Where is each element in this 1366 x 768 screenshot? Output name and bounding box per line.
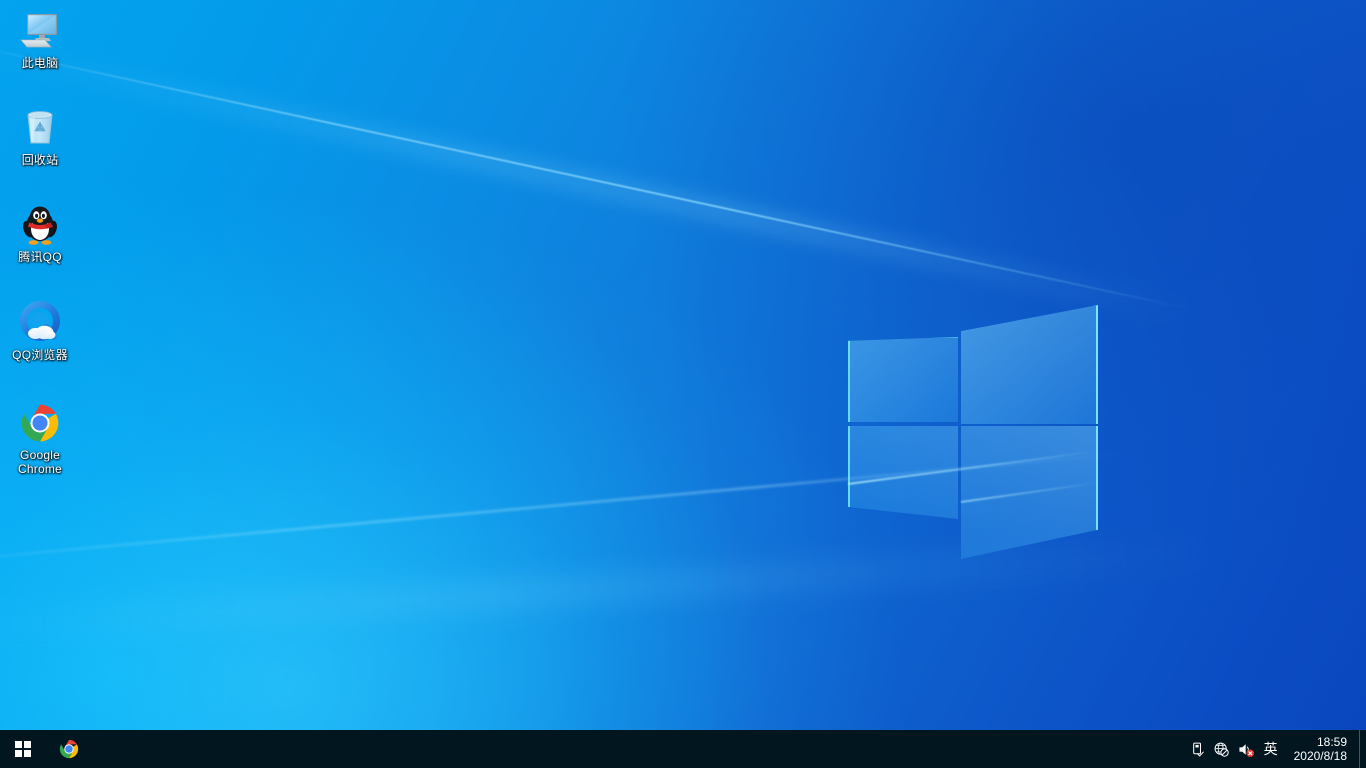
desktop-icon-google-chrome[interactable]: Google Chrome xyxy=(2,400,78,476)
tray-ime-indicator[interactable]: 英 xyxy=(1258,730,1284,768)
windows-logo-pane-bottom-right xyxy=(961,426,1098,559)
windows-logo-pane-top-right xyxy=(961,305,1098,424)
clock-date: 2020/8/18 xyxy=(1293,749,1347,763)
start-icon-pane xyxy=(24,741,31,748)
desktop-icon-this-pc[interactable]: 此电脑 xyxy=(2,8,78,71)
usb-eject-icon xyxy=(1193,742,1204,756)
desktop-icon-label: 回收站 xyxy=(21,153,59,167)
recycle-bin-icon xyxy=(17,105,63,151)
desktop-icon-tencent-qq[interactable]: 腾讯QQ xyxy=(2,202,78,265)
windows-logo-streak xyxy=(847,450,1098,485)
desktop-icon-qq-browser[interactable]: QQ浏览器 xyxy=(2,300,78,363)
desktop-icon-recycle-bin[interactable]: 回收站 xyxy=(2,105,78,168)
windows-start-icon xyxy=(15,741,31,757)
taskbar-left-section xyxy=(0,730,92,768)
taskbar: 英 18:59 2020/8/18 xyxy=(0,730,1366,768)
windows-logo-watermark xyxy=(845,295,1101,560)
desktop-icon-label: 腾讯QQ xyxy=(18,250,62,264)
desktop-icon-label: 此电脑 xyxy=(21,56,59,70)
desktop-icon-label: Google Chrome xyxy=(18,448,62,476)
start-icon-pane xyxy=(15,741,22,748)
taskbar-empty-area[interactable] xyxy=(92,730,1186,768)
wallpaper-shade-top-right xyxy=(626,0,1366,580)
wallpaper-light-beam-lower xyxy=(0,452,1125,568)
chrome-icon xyxy=(17,400,63,446)
network-globe-blocked-icon xyxy=(1214,742,1229,757)
wallpaper-light-beam-soft xyxy=(0,34,1195,326)
chrome-icon xyxy=(59,739,79,759)
wallpaper-light-beam-lower-soft xyxy=(0,534,1219,646)
tray-usb-eject-button[interactable] xyxy=(1186,730,1210,768)
tray-volume-button[interactable] xyxy=(1234,730,1258,768)
start-icon-pane xyxy=(24,750,31,757)
computer-monitor-icon xyxy=(17,8,63,54)
windows-logo-pane-bottom-left xyxy=(848,426,958,519)
clock-time: 18:59 xyxy=(1316,735,1347,749)
windows-logo-streak-secondary xyxy=(960,481,1100,503)
speaker-muted-icon xyxy=(1239,743,1254,757)
qq-penguin-icon xyxy=(17,202,63,248)
qq-browser-icon xyxy=(17,300,63,346)
ime-label: 英 xyxy=(1263,742,1278,758)
tray-network-button[interactable] xyxy=(1210,730,1234,768)
start-icon-pane xyxy=(15,750,22,757)
taskbar-item-chrome[interactable] xyxy=(46,730,92,768)
wallpaper-light-beam-upper xyxy=(0,42,1192,311)
windows-logo-pane-top-left xyxy=(848,337,958,422)
show-desktop-button[interactable] xyxy=(1359,730,1366,768)
start-button[interactable] xyxy=(0,730,46,768)
taskbar-clock[interactable]: 18:59 2020/8/18 xyxy=(1284,730,1359,768)
desktop-icon-label: QQ浏览器 xyxy=(12,348,68,362)
system-tray: 英 18:59 2020/8/18 xyxy=(1186,730,1366,768)
desktop-background[interactable]: 此电脑 回收站 腾讯QQ QQ浏览器 Google Chrome xyxy=(0,0,1366,768)
wallpaper-glow-bottom-left xyxy=(0,188,910,768)
